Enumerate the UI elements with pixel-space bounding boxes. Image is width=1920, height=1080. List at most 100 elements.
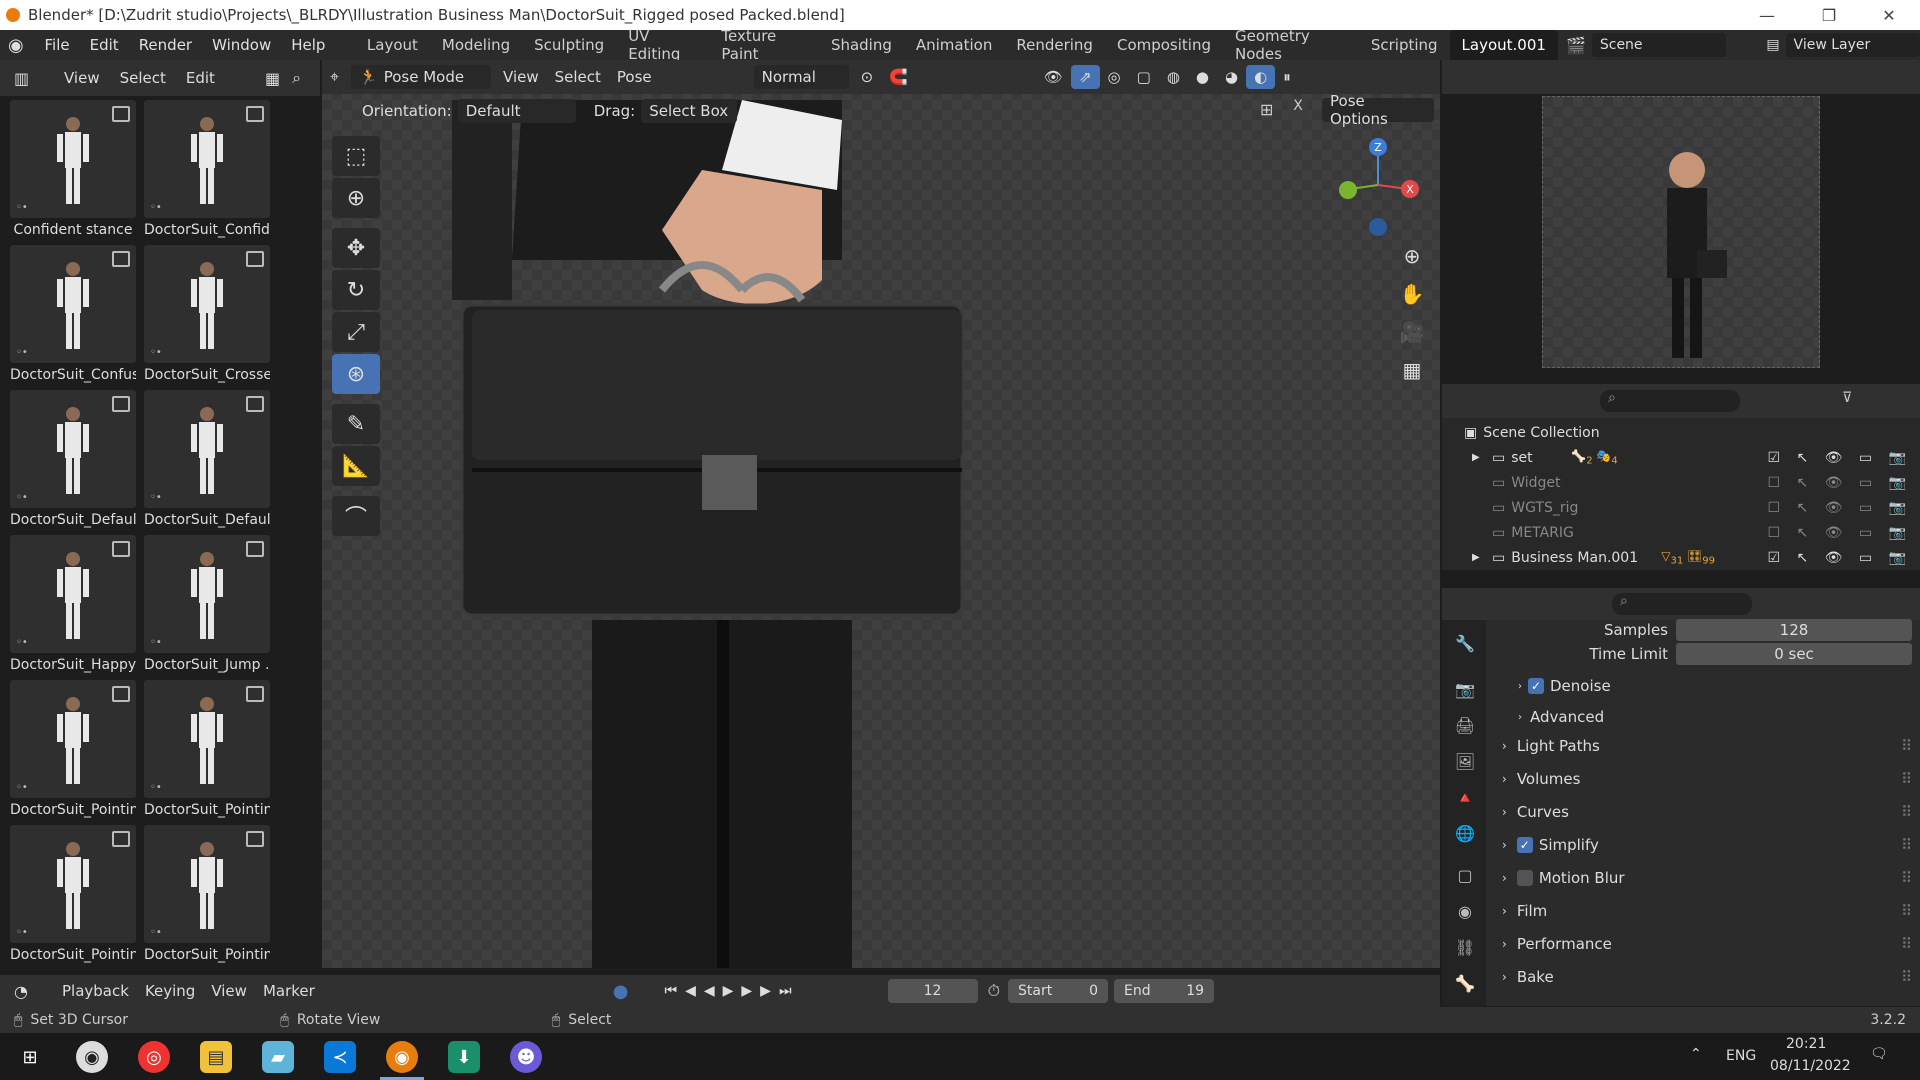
pose-relax-tool-icon[interactable]: ⌒ xyxy=(332,496,380,536)
chrome-icon[interactable]: ◎ xyxy=(138,1041,170,1073)
row-visibility-icons[interactable]: ☑ ↖ 👁 ▭ 📷 xyxy=(1767,550,1912,566)
grid-view-icon[interactable]: ▦ xyxy=(265,69,280,88)
tab-geometry-nodes[interactable]: Geometry Nodes xyxy=(1223,27,1359,63)
timeline-menu-playback[interactable]: Playback xyxy=(54,979,137,1003)
tab-animation[interactable]: Animation xyxy=(904,30,1004,60)
transform-orientation-dropdown[interactable]: Normal xyxy=(753,65,849,89)
move-tool-icon[interactable]: ✥ xyxy=(332,228,380,268)
current-frame-field[interactable]: 12 xyxy=(887,979,978,1003)
panel-section-performance[interactable]: › Performance ⠿ xyxy=(1502,930,1912,958)
tab-scripting[interactable]: Scripting xyxy=(1359,30,1450,60)
samples-field[interactable]: 128 xyxy=(1676,619,1912,641)
close-button[interactable]: ✕ xyxy=(1866,0,1912,30)
gizmo-neg-z-handle[interactable] xyxy=(1369,218,1387,236)
asset-thumbnail[interactable]: ◦• xyxy=(10,535,136,653)
timeline-menu-keying[interactable]: Keying xyxy=(137,979,203,1003)
asset-thumbnail[interactable]: ◦• xyxy=(10,680,136,798)
row-visibility-icons[interactable]: ☑ ↖ 👁 ▭ 📷 xyxy=(1767,450,1912,466)
pause-render-icon[interactable]: ⏸ xyxy=(1275,65,1299,89)
notes-app-icon[interactable]: ▰ xyxy=(262,1041,294,1073)
expand-arrow-icon[interactable]: ▶ xyxy=(1472,452,1492,463)
panel-section-motion-blur[interactable]: › Motion Blur ⠿ xyxy=(1502,864,1912,892)
asset-menu-edit[interactable]: Edit xyxy=(176,69,225,87)
denoise-checkbox[interactable]: ✓ xyxy=(1528,678,1544,694)
timeline-editor-icon[interactable]: ◔ xyxy=(14,982,54,1001)
tab-shading[interactable]: Shading xyxy=(819,30,904,60)
drag-handle-icon[interactable]: ⠿ xyxy=(1901,770,1912,788)
asset-thumbnail[interactable]: ◦• xyxy=(144,390,270,508)
world-tab-icon[interactable]: 🌐 xyxy=(1452,820,1478,846)
outliner-row-set[interactable]: ▶ ▭ set 🦴2 🎭4 ☑ ↖ 👁 ▭ 📷 xyxy=(1442,445,1920,470)
outliner-row-business-man[interactable]: ▶ ▭ Business Man.001 ▽31 🎛99 ☑ ↖ 👁 ▭ 📷 xyxy=(1442,545,1920,570)
3d-viewport[interactable] xyxy=(322,60,1440,968)
app-icon-1[interactable]: ◉ xyxy=(76,1041,108,1073)
menu-file[interactable]: File xyxy=(35,36,80,54)
asset-thumbnail[interactable]: ◦• xyxy=(144,535,270,653)
playback-controls[interactable]: ⏮◀◀▶▶▶⏭ xyxy=(665,983,800,999)
drag-dropdown[interactable]: Select Box xyxy=(641,99,738,123)
row-visibility-icons[interactable]: ☐ ↖ 👁 ▭ 📷 xyxy=(1767,475,1912,491)
asset-menu-view[interactable]: View xyxy=(54,69,110,87)
gizmo-toggle-icon[interactable]: ⇗ xyxy=(1070,65,1100,89)
windows-start-icon[interactable]: ⊞ xyxy=(14,1041,46,1073)
visibility-icon[interactable]: 👁 xyxy=(1036,65,1071,89)
outliner-row-scene-collection[interactable]: ▣ Scene Collection xyxy=(1442,420,1920,445)
overlays-icon[interactable]: ◎ xyxy=(1100,65,1129,89)
tool-tab-icon[interactable]: 🔧 xyxy=(1452,630,1478,656)
object-tab-icon[interactable]: ▢ xyxy=(1452,862,1478,888)
outliner-row-wgts-rig[interactable]: ▭ WGTS_rig ☐ ↖ 👁 ▭ 📷 xyxy=(1442,495,1920,520)
properties-search-input[interactable]: ⌕ xyxy=(1612,593,1752,615)
end-frame-field[interactable]: End 19 xyxy=(1114,979,1215,1003)
outliner-row-metarig[interactable]: ▭ METARIG ☐ ↖ 👁 ▭ 📷 xyxy=(1442,520,1920,545)
vscode-icon[interactable]: ≺ xyxy=(324,1041,356,1073)
notifications-icon[interactable]: 🗨 xyxy=(1870,1046,1888,1062)
panel-section-film[interactable]: › Film ⠿ xyxy=(1502,897,1912,925)
clock-time[interactable]: 20:21 xyxy=(1786,1036,1826,1052)
asset-thumbnail[interactable]: ◦• xyxy=(10,100,136,218)
drag-handle-icon[interactable]: ⠿ xyxy=(1901,737,1912,755)
measure-tool-icon[interactable]: 📐 xyxy=(332,446,380,486)
physics-tab-icon[interactable]: ◉ xyxy=(1452,898,1478,924)
zoom-icon[interactable]: ⊕ xyxy=(1396,240,1428,272)
row-visibility-icons[interactable]: ☐ ↖ 👁 ▭ 📷 xyxy=(1767,500,1912,516)
tab-sculpting[interactable]: Sculpting xyxy=(522,30,616,60)
viewport-menu-pose[interactable]: Pose xyxy=(609,65,660,89)
output-tab-icon[interactable]: 🖨 xyxy=(1452,712,1478,738)
pivot-icon[interactable]: ⊙ xyxy=(853,65,882,89)
snap-icon[interactable]: 🧲 xyxy=(881,65,916,89)
tab-layout[interactable]: Layout xyxy=(355,30,430,60)
rotate-tool-icon[interactable]: ↻ xyxy=(332,270,380,310)
motion-blur-checkbox[interactable] xyxy=(1516,870,1533,886)
pan-hand-icon[interactable]: ✋ xyxy=(1396,278,1428,310)
panel-section-curves[interactable]: › Curves ⠿ xyxy=(1502,798,1912,826)
timeline-menu-marker[interactable]: Marker xyxy=(255,979,323,1003)
start-frame-field[interactable]: Start 0 xyxy=(1008,979,1109,1003)
asset-thumbnail[interactable]: ◦• xyxy=(144,245,270,363)
mirror-icon[interactable]: ⊞ xyxy=(1260,100,1273,119)
navigation-gizmo[interactable]: Z X xyxy=(1330,135,1420,245)
pose-options-button[interactable]: Pose Options xyxy=(1322,92,1434,128)
cursor-tool-icon[interactable]: ⊕ xyxy=(332,178,380,218)
drag-handle-icon[interactable]: ⠿ xyxy=(1901,869,1912,887)
stopwatch-icon[interactable]: ⏱ xyxy=(988,981,1000,1001)
drag-handle-icon[interactable]: ⠿ xyxy=(1901,836,1912,854)
denoise-row[interactable]: › ✓ Denoise xyxy=(1518,672,1920,700)
asset-thumbnail[interactable]: ◦• xyxy=(144,680,270,798)
asset-thumbnail[interactable]: ◦• xyxy=(144,825,270,943)
camera-preview-panel[interactable] xyxy=(1442,60,1920,380)
tab-texture-paint[interactable]: Texture Paint xyxy=(709,27,819,63)
discord-icon[interactable]: ☻ xyxy=(510,1041,542,1073)
menu-window[interactable]: Window xyxy=(202,36,281,54)
clock-date[interactable]: 08/11/2022 xyxy=(1770,1058,1851,1074)
search-icon[interactable]: ⌕ xyxy=(292,68,301,88)
panel-section-light-paths[interactable]: › Light Paths ⠿ xyxy=(1502,732,1912,760)
scene-icon[interactable]: 🎬 xyxy=(1566,36,1586,55)
minimize-button[interactable]: — xyxy=(1744,0,1790,30)
timeline-menu-view[interactable]: View xyxy=(203,979,255,1003)
drag-handle-icon[interactable]: ⠿ xyxy=(1901,803,1912,821)
tab-modeling[interactable]: Modeling xyxy=(430,30,522,60)
tab-uv-editing[interactable]: UV Editing xyxy=(616,27,709,63)
maximize-button[interactable]: ❐ xyxy=(1806,0,1852,30)
editor-type-icon[interactable]: ▥ xyxy=(14,69,54,88)
x-mirror-button[interactable]: X xyxy=(1288,98,1308,120)
